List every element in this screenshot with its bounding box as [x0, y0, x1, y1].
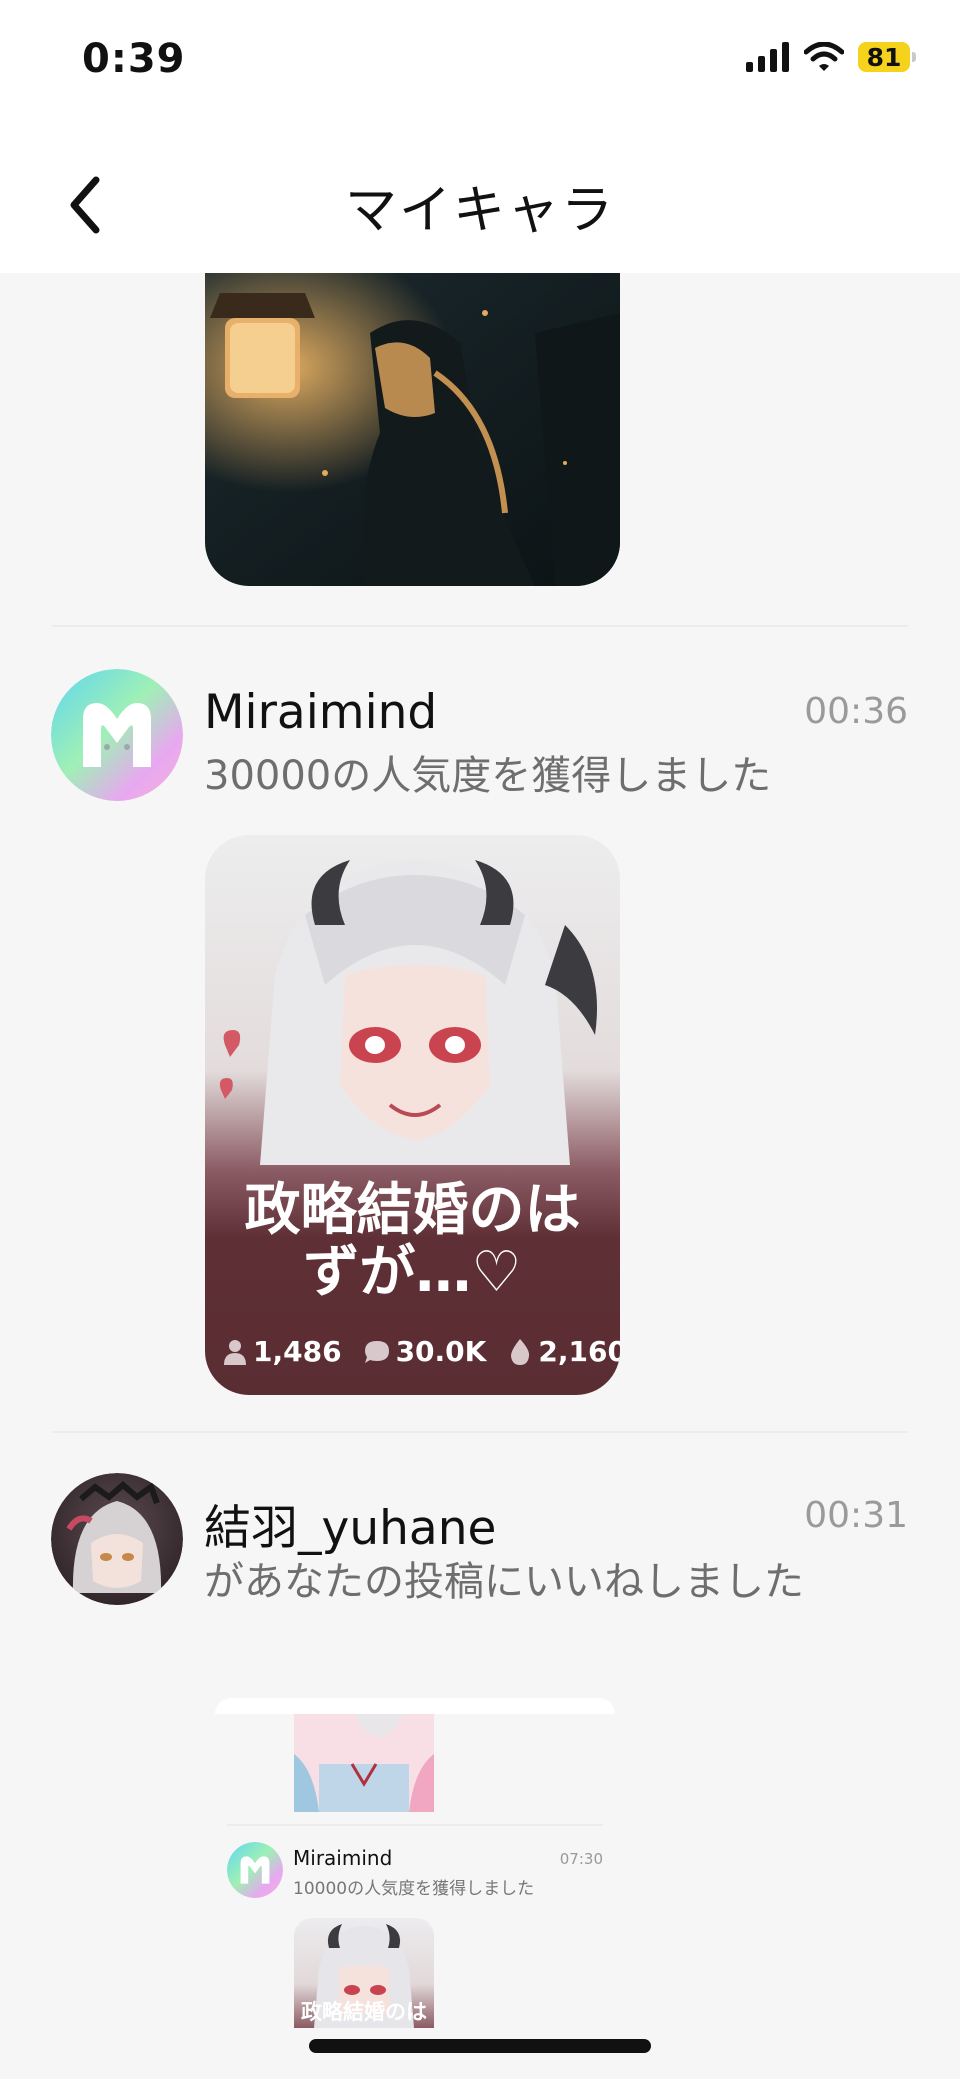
top-bar: 0:39 81 マイキャラ — [0, 0, 960, 273]
notification-time: 00:31 — [804, 1495, 908, 1536]
divider — [52, 625, 908, 627]
stat-users: 1,486 — [223, 1335, 342, 1368]
preview-time: 07:30 — [559, 1850, 603, 1868]
notification-list: Miraimind 00:36 30000の人気度を獲得しました 政略結婚のはず… — [0, 273, 960, 2079]
notification-username[interactable]: Miraimind — [204, 685, 437, 740]
signal-icon — [746, 42, 789, 72]
preview-username: Miraimind — [293, 1846, 393, 1870]
avatar-miraimind[interactable] — [51, 669, 183, 801]
preview-panel-edge — [215, 1698, 615, 1714]
home-indicator[interactable] — [309, 2039, 651, 2053]
battery-level: 81 — [866, 42, 902, 72]
wifi-icon — [804, 42, 844, 71]
post-stats: 1,486 30.0K 2,160 — [223, 1335, 620, 1368]
notification-message: があなたの投稿にいいねしました — [204, 1559, 804, 1605]
post-title: 政略結婚のはずが…♡ — [244, 1178, 581, 1305]
post-card[interactable]: 政略結婚のはずが…♡ 1,486 30.0K 2,160 — [205, 835, 620, 1395]
notification-message: 30000の人気度を獲得しました — [204, 753, 772, 799]
liked-post-preview[interactable]: Miraimind 07:30 10000の人気度を獲得しました 政略結婚のは — [215, 1698, 615, 2028]
notification-username[interactable]: 結羽_yuhane — [204, 1489, 496, 1558]
preview-message: 10000の人気度を獲得しました — [293, 1879, 535, 1899]
status-icons: 81 — [746, 42, 916, 72]
stat-chats-value: 30.0K — [395, 1335, 487, 1368]
preview-image-top — [294, 1714, 434, 1812]
flame-icon — [511, 1338, 530, 1365]
stat-likes-value: 2,160 — [538, 1335, 620, 1368]
stat-likes: 2,160 — [508, 1335, 620, 1368]
avatar-yuhane[interactable] — [51, 1473, 183, 1605]
divider — [52, 1431, 908, 1433]
preview-avatar — [227, 1842, 283, 1898]
chat-bubble-icon — [364, 1340, 389, 1363]
preview-divider — [227, 1824, 603, 1826]
stat-chats: 30.0K — [364, 1335, 487, 1368]
battery-icon: 81 — [858, 42, 916, 72]
status-time: 0:39 — [82, 36, 186, 82]
stat-users-value: 1,486 — [253, 1335, 342, 1368]
notification-time: 00:36 — [804, 691, 908, 732]
post-image-previous[interactable] — [205, 273, 620, 586]
page-title: マイキャラ — [344, 181, 615, 241]
user-icon — [224, 1339, 246, 1365]
preview-post-title: 政略結婚のは — [301, 2000, 427, 2024]
preview-post-card: 政略結婚のは — [294, 1918, 434, 2028]
